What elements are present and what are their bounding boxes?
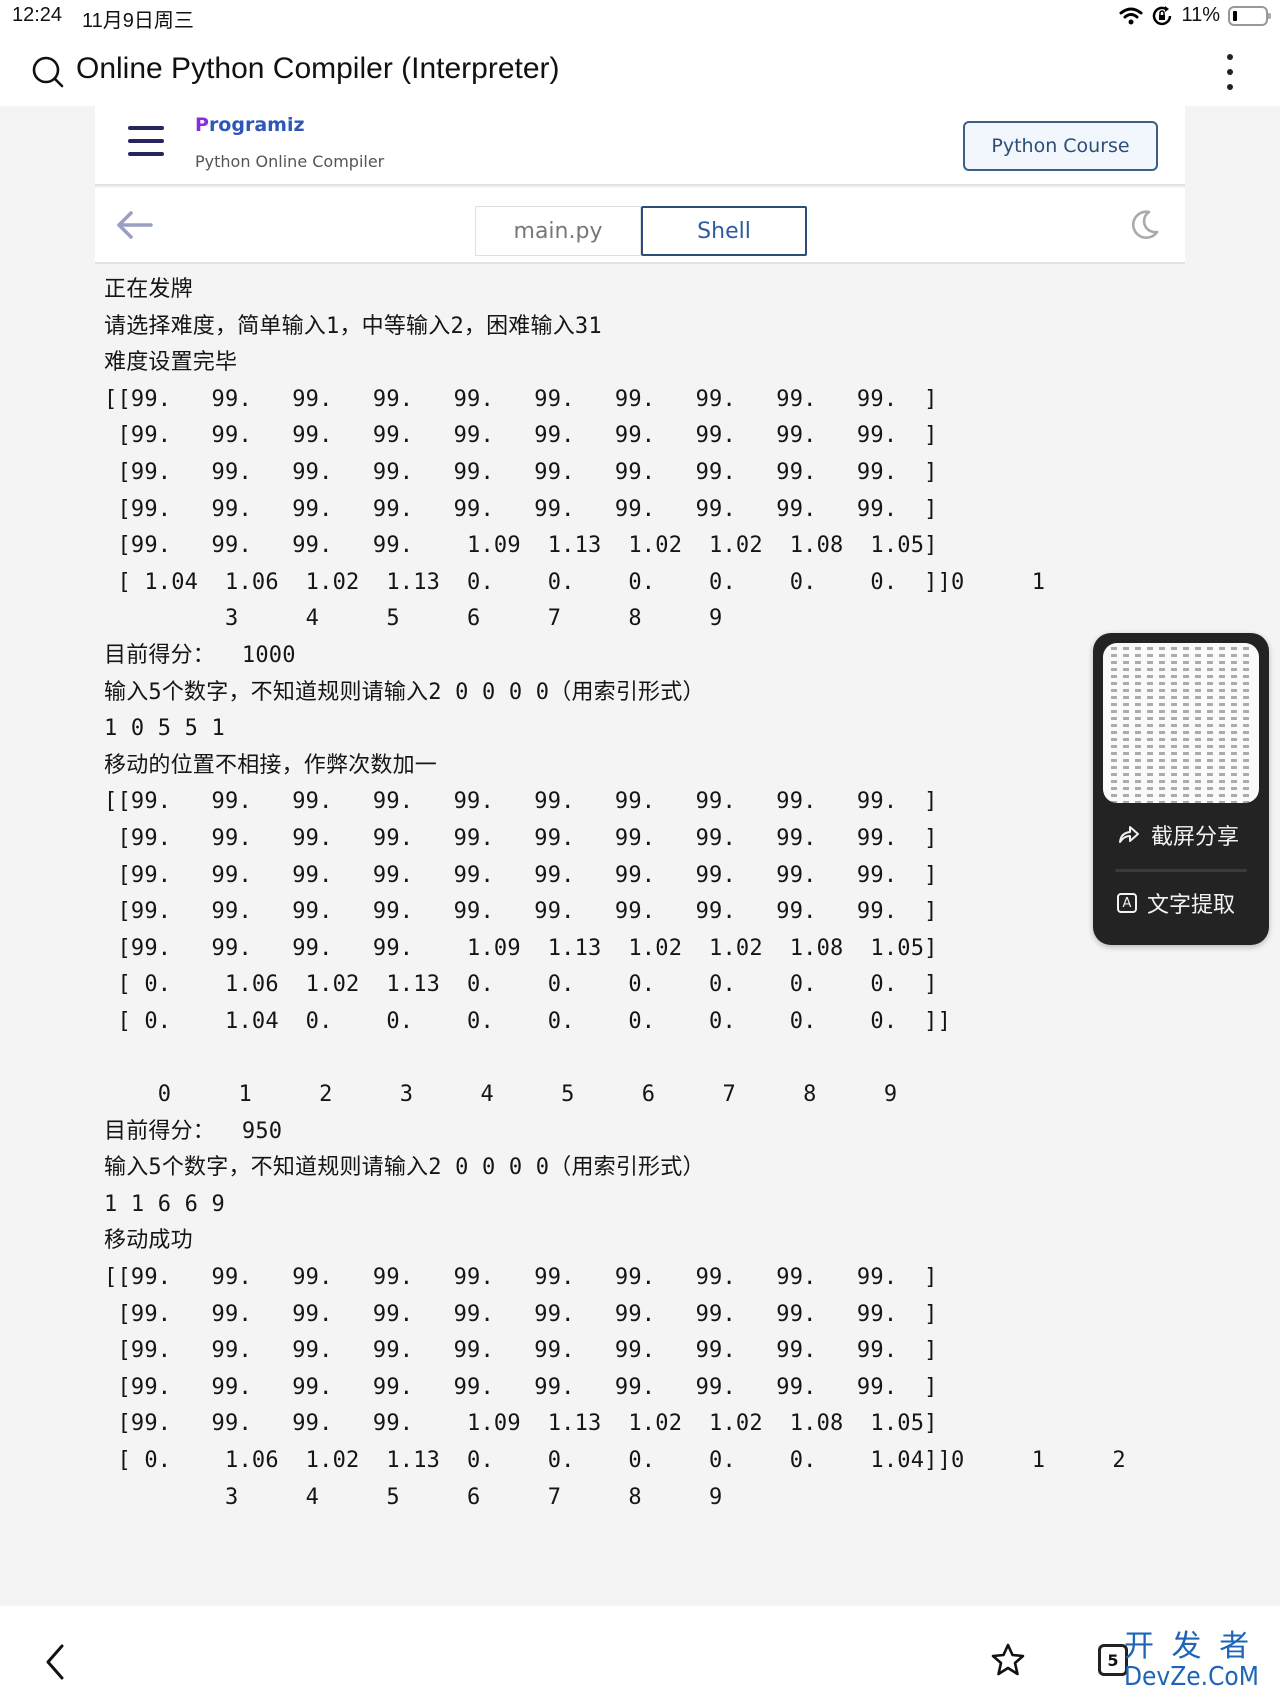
back-arrow-icon[interactable]	[115, 210, 155, 240]
shell-output[interactable]: 正在发牌请选择难度，简单输入1，中等输入2，困难输入31 难度设置完毕 [[99. …	[104, 272, 1204, 1516]
watermark-line1: 开 发 者	[1124, 1629, 1254, 1664]
browser-address-bar[interactable]: Online Python Compiler (Interpreter)	[0, 40, 1280, 106]
shell-line: [ 1.04 1.06 1.02 1.13 0. 0. 0. 0. 0. 0. …	[104, 569, 1046, 595]
thumbnail-line	[1111, 696, 1251, 699]
shell-line: [99. 99. 99. 99. 99. 99. 99. 99. 99. 99.…	[104, 1374, 938, 1400]
extract-label: 文字提取	[1147, 893, 1236, 918]
thumbnail-line	[1111, 682, 1251, 685]
status-indicators: 11%	[1119, 4, 1271, 27]
shell-line: [99. 99. 99. 99. 99. 99. 99. 99. 99. 99.…	[104, 423, 938, 449]
browser-bottom-bar: 5 开 发 者 DevZe.CoM	[0, 1612, 1280, 1707]
screenshot-share-button[interactable]: 截屏分享	[1117, 819, 1239, 851]
thumbnail-line	[1111, 801, 1251, 803]
tab-main-py[interactable]: main.py	[475, 206, 641, 256]
thumbnail-line	[1111, 752, 1251, 755]
orientation-lock-icon	[1153, 5, 1172, 25]
bookmark-star-icon[interactable]	[990, 1642, 1026, 1678]
thumbnail-line	[1111, 766, 1251, 769]
shell-line: [[99. 99. 99. 99. 99. 99. 99. 99. 99. 99…	[104, 386, 938, 412]
editor-tabs: main.py Shell	[475, 206, 807, 256]
page-content: Programiz Python Online Compiler Python …	[0, 106, 1280, 1606]
site-subtitle: Python Online Compiler	[195, 152, 385, 171]
thumbnail-line	[1111, 731, 1251, 734]
shell-line: [99. 99. 99. 99. 99. 99. 99. 99. 99. 99.…	[104, 496, 938, 522]
shell-line: 3 4 5 6 7 8 9	[104, 606, 723, 632]
editor-toolbar: main.py Shell	[95, 188, 1185, 264]
shell-line: [99. 99. 99. 99. 1.09 1.13 1.02 1.02 1.0…	[104, 1411, 938, 1437]
shell-line: 目前得分： 950	[104, 1118, 283, 1144]
thumbnail-line	[1111, 759, 1251, 762]
thumbnail-line	[1111, 689, 1251, 692]
thumbnail-line	[1111, 654, 1251, 657]
shell-line: [ 0. 1.04 0. 0. 0. 0. 0. 0. 0. 0. ]]	[104, 1008, 952, 1034]
shell-line: 3 4 5 6 7 8 9	[104, 1484, 723, 1510]
shell-line: 输入5个数字，不知道规则请输入2 0 0 0 0（用索引形式）	[104, 679, 705, 705]
thumbnail-line	[1111, 745, 1251, 748]
shell-line: [ 0. 1.06 1.02 1.13 0. 0. 0. 0. 0. 0. ]	[104, 972, 938, 998]
shell-line: 移动成功	[104, 1228, 193, 1254]
share-icon	[1119, 826, 1139, 843]
nav-back-icon[interactable]	[42, 1642, 68, 1682]
tab-shell[interactable]: Shell	[641, 206, 807, 256]
thumbnail-line	[1111, 780, 1251, 783]
search-icon[interactable]	[30, 54, 66, 90]
shell-line: 请选择难度，简单输入1，中等输入2，困难输入31	[104, 313, 602, 339]
screenshot-popup: 截屏分享 A 文字提取	[1093, 633, 1269, 945]
shell-line: [[99. 99. 99. 99. 99. 99. 99. 99. 99. 99…	[104, 789, 938, 815]
shell-line: 难度设置完毕	[104, 350, 238, 376]
shell-line: [99. 99. 99. 99. 99. 99. 99. 99. 99. 99.…	[104, 899, 938, 925]
shell-line: [99. 99. 99. 99. 99. 99. 99. 99. 99. 99.…	[104, 862, 938, 888]
shell-line: [99. 99. 99. 99. 99. 99. 99. 99. 99. 99.…	[104, 1338, 938, 1364]
shell-line: [99. 99. 99. 99. 99. 99. 99. 99. 99. 99.…	[104, 459, 938, 485]
status-time: 12:24	[12, 4, 63, 26]
shell-line: 0 1 2 3 4 5 6 7 8 9	[104, 1082, 898, 1108]
text-extract-icon: A	[1117, 893, 1137, 913]
shell-line: [99. 99. 99. 99. 1.09 1.13 1.02 1.02 1.0…	[104, 935, 938, 961]
thumbnail-line	[1111, 724, 1251, 727]
battery-icon	[1228, 5, 1271, 26]
site-header: Programiz Python Online Compiler Python …	[95, 106, 1185, 186]
python-course-button[interactable]: Python Course	[963, 121, 1158, 171]
menu-icon[interactable]	[128, 126, 164, 156]
thumbnail-line	[1111, 668, 1251, 671]
shell-line: 目前得分： 1000	[104, 642, 296, 668]
address-title[interactable]: Online Python Compiler (Interpreter)	[76, 52, 560, 86]
thumbnail-line	[1111, 710, 1251, 713]
shell-line: [[99. 99. 99. 99. 99. 99. 99. 99. 99. 99…	[104, 1265, 938, 1291]
shell-line: [99. 99. 99. 99. 99. 99. 99. 99. 99. 99.…	[104, 825, 938, 851]
status-date: 11月9日周三	[82, 10, 194, 32]
battery-percent: 11%	[1181, 4, 1220, 26]
shell-line: [99. 99. 99. 99. 1.09 1.13 1.02 1.02 1.0…	[104, 533, 938, 559]
watermark: 开 发 者 DevZe.CoM	[1124, 1629, 1259, 1692]
thumbnail-line	[1111, 738, 1251, 741]
share-label: 截屏分享	[1151, 825, 1240, 850]
thumbnail-line	[1111, 703, 1251, 706]
more-vertical-icon[interactable]	[1218, 50, 1242, 94]
status-bar: 12:24 11月9日周三 11%	[0, 0, 1280, 34]
shell-line: 移动的位置不相接，作弊次数加一	[104, 752, 438, 778]
screenshot-thumbnail[interactable]	[1103, 643, 1259, 803]
dark-mode-moon-icon[interactable]	[1127, 208, 1161, 242]
shell-line: 输入5个数字，不知道规则请输入2 0 0 0 0（用索引形式）	[104, 1155, 705, 1181]
popup-divider	[1115, 869, 1247, 872]
shell-line: [ 0. 1.06 1.02 1.13 0. 0. 0. 0. 0. 1.04]…	[104, 1448, 1126, 1473]
thumbnail-line	[1111, 675, 1251, 678]
shell-line: 1 0 5 5 1	[104, 716, 226, 742]
wifi-icon	[1119, 7, 1143, 24]
thumbnail-line	[1111, 787, 1251, 790]
watermark-line2: DevZe.CoM	[1124, 1662, 1259, 1692]
thumbnail-line	[1111, 647, 1251, 650]
programiz-logo[interactable]: Programiz	[195, 114, 305, 136]
thumbnail-line	[1111, 661, 1251, 664]
thumbnail-line	[1111, 794, 1251, 797]
thumbnail-line	[1111, 773, 1251, 776]
shell-line: 正在发牌	[104, 277, 193, 302]
shell-line: [99. 99. 99. 99. 99. 99. 99. 99. 99. 99.…	[104, 1301, 938, 1327]
text-extract-button[interactable]: A 文字提取	[1117, 887, 1235, 919]
thumbnail-line	[1111, 717, 1251, 720]
shell-line: 1 1 6 6 9	[104, 1191, 226, 1217]
